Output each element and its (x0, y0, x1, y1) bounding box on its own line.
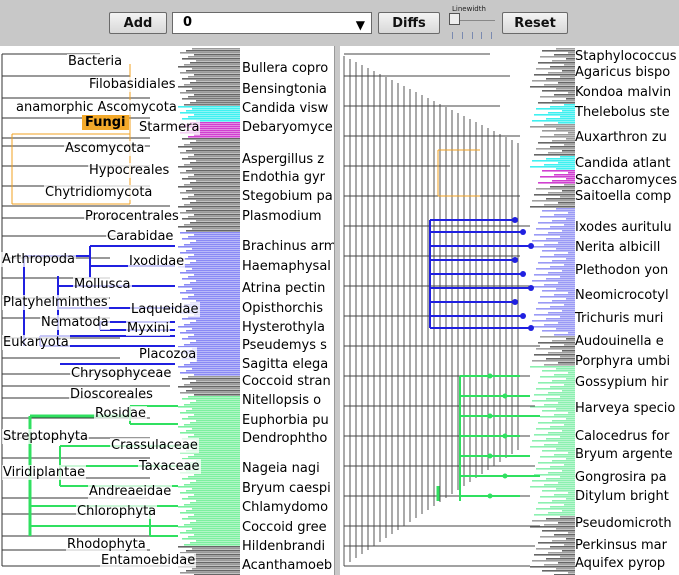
left-clade-label[interactable]: Chytridiomycota (44, 185, 154, 200)
left-clade-label[interactable]: Hypocreales (88, 163, 171, 178)
right-leaf-label[interactable]: Agaricus bispo (575, 66, 670, 80)
left-leaf-label[interactable]: Coccoid stran (242, 375, 331, 389)
left-clade-label[interactable]: Placozoa (138, 347, 198, 362)
left-leaf-label[interactable]: Stegobium pa (242, 190, 333, 204)
left-clade-label[interactable]: Bacteria (67, 54, 124, 69)
left-leaf-label[interactable]: Chlamydomo (242, 501, 328, 515)
left-leaf-label[interactable]: Euphorbia pu (242, 414, 329, 428)
left-leaf-label[interactable]: Coccoid gree (242, 521, 327, 535)
left-leaf-label[interactable]: Acanthamoeb (242, 559, 332, 573)
right-leaf-label[interactable]: Pseudomicroth (575, 517, 672, 531)
left-leaf-label[interactable]: Bryum caespi (242, 482, 331, 496)
left-leaf-label[interactable]: Hysterothyla (242, 321, 325, 335)
left-leaf-label[interactable]: Nitellopsis o (242, 394, 321, 408)
add-button[interactable]: Add (109, 12, 167, 34)
left-tree-panel[interactable]: Bacteria Filobasidiales anamorphic Ascomyc… (0, 46, 335, 575)
left-leaf-label[interactable]: Plasmodium (242, 210, 322, 224)
left-clade-label[interactable]: Rhodophyta (66, 537, 147, 552)
right-leaf-label[interactable]: Bryum argente (575, 448, 673, 462)
left-leaf-label[interactable]: Pseudemys s (242, 339, 327, 353)
right-leaf-label[interactable]: Porphyra umbi (575, 355, 670, 369)
left-leaf-label[interactable]: Bullera copro (242, 62, 328, 76)
left-clade-label[interactable]: Ascomycota (64, 141, 146, 156)
linewidth-ticks (452, 32, 492, 40)
left-clade-label[interactable]: Myxini (126, 321, 171, 336)
left-clade-label[interactable]: Ixodidae (128, 254, 186, 269)
right-leaf-label[interactable]: Trichuris muri (575, 312, 663, 326)
left-leaf-label[interactable]: Haemaphysal (242, 260, 331, 274)
right-leaf-label[interactable]: Aquifex pyrop (575, 557, 665, 571)
combo-value: 0 (183, 15, 193, 30)
left-clade-label[interactable]: Filobasidiales (88, 77, 177, 92)
left-clade-label[interactable]: Starmera (138, 120, 201, 135)
right-leaf-label[interactable]: Ditylum bright (575, 490, 669, 504)
reset-button[interactable]: Reset (502, 12, 568, 34)
left-clade-label[interactable]: Chrysophyceae (70, 366, 173, 381)
right-leaf-label[interactable]: Calocedrus for (575, 430, 669, 444)
left-leaf-label[interactable]: Brachinus arm (242, 240, 334, 254)
left-clade-label[interactable]: Prorocentrales (84, 209, 180, 224)
left-clade-label[interactable]: Dioscoreales (69, 387, 154, 402)
right-leaf-label[interactable]: Ixodes auritulu (575, 221, 672, 235)
right-leaf-label[interactable]: Saitoella comp (575, 190, 671, 204)
right-leaf-label[interactable]: Gossypium hir (575, 376, 668, 390)
right-leaf-label[interactable]: Kondoa malvin (575, 86, 671, 100)
left-clade-label[interactable]: Streptophyta (2, 429, 89, 444)
right-leaf-label[interactable]: Harveya specio (575, 402, 675, 416)
left-clade-label[interactable]: Carabidae (106, 229, 175, 244)
right-leaf-label[interactable]: Auxarthron zu (575, 131, 667, 145)
dropdown-arrow-icon[interactable]: ▼ (356, 15, 365, 35)
left-clade-label[interactable]: Andreaeidae (88, 484, 173, 499)
left-leaf-label[interactable]: Dendrophtho (242, 432, 327, 446)
left-clade-label[interactable]: Viridiplantae (2, 465, 87, 480)
left-clade-label[interactable]: Eukaryota (2, 335, 70, 350)
right-leaf-label[interactable]: Audouinella e (575, 335, 664, 349)
left-clade-label[interactable]: Mollusca (73, 277, 132, 292)
linewidth-label: Linewidth (452, 5, 486, 13)
left-leaf-label[interactable]: Nageia nagi (242, 462, 320, 476)
left-clade-label[interactable]: Nematoda (40, 315, 110, 330)
left-leaf-label[interactable]: Candida visw (242, 102, 328, 116)
left-clade-label[interactable]: Arthropoda (1, 252, 77, 267)
left-clade-label[interactable]: Crassulaceae (110, 438, 199, 453)
right-tree-panel[interactable]: Staphylococcus Agaricus bispo Kondoa malvi… (340, 46, 679, 575)
left-clade-label[interactable]: Chlorophyta (76, 504, 158, 519)
left-clade-label[interactable]: Entamoebidae (100, 553, 197, 568)
left-clade-label[interactable]: Laqueidae (130, 302, 200, 317)
left-leaf-label[interactable]: Debaryomyce (242, 121, 333, 135)
left-leaf-label[interactable]: Endothia gyr (242, 171, 325, 185)
right-leaf-label[interactable]: Gongrosira pa (575, 471, 667, 485)
left-leaf-label[interactable]: Aspergillus z (242, 153, 324, 167)
right-leaf-label[interactable]: Thelebolus ste (575, 106, 670, 120)
right-leaf-label[interactable]: Nerita albicill (575, 241, 660, 255)
right-leaf-label[interactable]: Candida atlant (575, 157, 670, 171)
right-leaf-label[interactable]: Staphylococcus (575, 50, 676, 64)
left-clade-label[interactable]: anamorphic Ascomycota (15, 100, 178, 115)
left-clade-label[interactable]: Fungi (82, 115, 129, 130)
right-leaf-label[interactable]: Perkinsus mar (575, 539, 667, 553)
left-leaf-label[interactable]: Hildenbrandi (242, 540, 325, 554)
left-clade-label[interactable]: Rosidae (94, 406, 148, 421)
diffs-button[interactable]: Diffs (378, 12, 440, 34)
toolbar: Add 0 ▼ Diffs Linewidth Reset (0, 0, 679, 44)
right-leaf-label[interactable]: Saccharomyces (575, 174, 677, 188)
right-leaf-label[interactable]: Neomicrocotyl (575, 289, 669, 303)
left-clade-label[interactable]: Platyhelminthes (2, 295, 109, 310)
left-leaf-label[interactable]: Bensingtonia (242, 83, 327, 97)
tree-select-combobox[interactable]: 0 ▼ (172, 12, 372, 34)
left-clade-label[interactable]: Taxaceae (138, 459, 201, 474)
right-leaf-label[interactable]: Plethodon yon (575, 264, 668, 278)
left-leaf-label[interactable]: Sagitta elega (242, 358, 328, 372)
linewidth-slider-thumb[interactable] (449, 13, 460, 25)
left-leaf-label[interactable]: Atrina pectin (242, 282, 325, 296)
left-leaf-label[interactable]: Opisthorchis (242, 302, 323, 316)
